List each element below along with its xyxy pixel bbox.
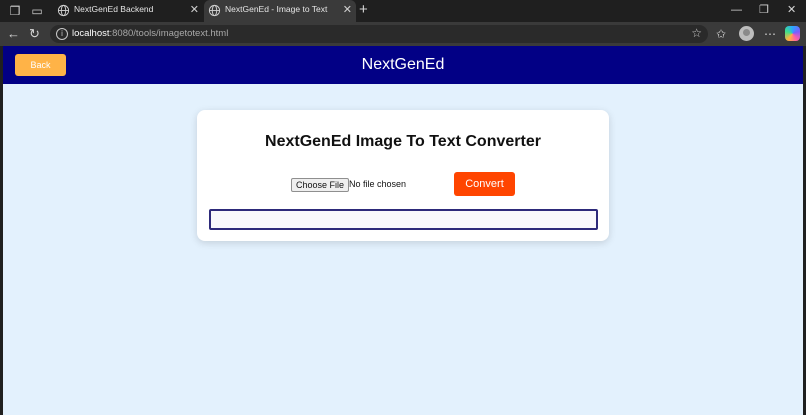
tab-actions-icon[interactable]: ▭ bbox=[30, 4, 44, 18]
app-header: NextGenEd Back bbox=[3, 46, 803, 84]
refresh-icon[interactable]: ↻ bbox=[29, 26, 40, 42]
file-status-text: No file chosen bbox=[349, 179, 407, 189]
profile-avatar[interactable] bbox=[739, 26, 754, 41]
close-icon[interactable]: ✕ bbox=[190, 3, 199, 17]
globe-icon bbox=[57, 4, 70, 17]
favorite-star-icon[interactable]: ☆ bbox=[691, 26, 702, 40]
brand-title: NextGenEd bbox=[361, 56, 445, 73]
copilot-icon[interactable] bbox=[785, 26, 800, 41]
output-text-box[interactable] bbox=[209, 209, 598, 230]
workspaces-icon[interactable]: ❒ bbox=[8, 4, 22, 18]
page-viewport: NextGenEd Back NextGenEd Image To Text C… bbox=[3, 46, 803, 415]
url-path: :8080/tools/imagetotext.html bbox=[109, 28, 229, 39]
globe-icon bbox=[208, 4, 221, 17]
browser-tab-strip: ❒ ▭ NextGenEd Backend ✕ NextGenEd - Imag… bbox=[0, 0, 806, 22]
tab-backend[interactable]: NextGenEd Backend ✕ bbox=[53, 0, 203, 22]
tab-title: NextGenEd - Image to Text bbox=[225, 4, 328, 14]
new-tab-icon[interactable]: + bbox=[359, 1, 368, 19]
url-text: localhost:8080/tools/imagetotext.html bbox=[72, 28, 228, 39]
close-window-icon[interactable]: ✕ bbox=[787, 2, 796, 18]
url-host: localhost bbox=[72, 28, 110, 39]
tab-image-to-text[interactable]: NextGenEd - Image to Text ✕ bbox=[204, 0, 356, 22]
converter-card: NextGenEd Image To Text Converter Choose… bbox=[197, 110, 609, 241]
back-arrow-icon[interactable]: ← bbox=[7, 26, 20, 42]
address-bar[interactable]: i localhost:8080/tools/imagetotext.html … bbox=[50, 25, 708, 43]
close-icon[interactable]: ✕ bbox=[343, 3, 352, 17]
page-title: NextGenEd Image To Text Converter bbox=[265, 133, 541, 150]
restore-icon[interactable]: ❐ bbox=[759, 2, 769, 18]
site-info-icon[interactable]: i bbox=[56, 28, 68, 40]
browser-toolbar: ← ↻ i localhost:8080/tools/imagetotext.h… bbox=[0, 22, 806, 46]
convert-button[interactable]: Convert bbox=[454, 172, 515, 196]
tab-title: NextGenEd Backend bbox=[74, 4, 154, 14]
favorites-icon[interactable]: ✩ bbox=[716, 26, 726, 42]
more-icon[interactable]: ⋯ bbox=[764, 26, 776, 42]
minimize-icon[interactable]: — bbox=[731, 2, 742, 18]
choose-file-button[interactable]: Choose File bbox=[291, 178, 350, 192]
back-button[interactable]: Back bbox=[15, 54, 66, 76]
